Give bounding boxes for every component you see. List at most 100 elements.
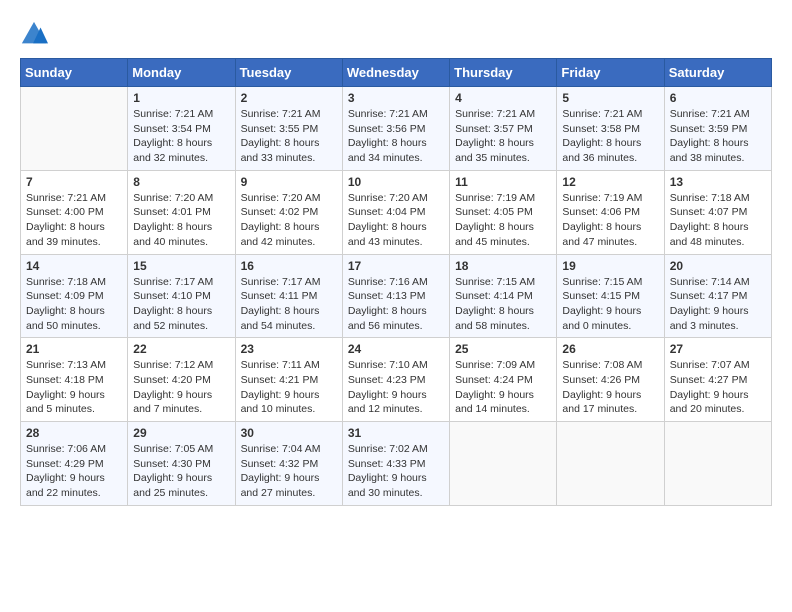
calendar-day-cell: 30 Sunrise: 7:04 AM Sunset: 4:32 PM Dayli… bbox=[235, 422, 342, 506]
calendar-day-cell: 31 Sunrise: 7:02 AM Sunset: 4:33 PM Dayli… bbox=[342, 422, 449, 506]
day-number: 21 bbox=[26, 342, 122, 356]
day-number: 5 bbox=[562, 91, 658, 105]
calendar-day-cell: 1 Sunrise: 7:21 AM Sunset: 3:54 PM Daylig… bbox=[128, 87, 235, 171]
day-number: 29 bbox=[133, 426, 229, 440]
calendar-day-cell: 20 Sunrise: 7:14 AM Sunset: 4:17 PM Dayli… bbox=[664, 254, 771, 338]
day-info: Sunrise: 7:12 AM Sunset: 4:20 PM Dayligh… bbox=[133, 358, 229, 417]
logo-icon bbox=[20, 20, 48, 48]
calendar-day-cell: 13 Sunrise: 7:18 AM Sunset: 4:07 PM Dayli… bbox=[664, 170, 771, 254]
calendar-table: SundayMondayTuesdayWednesdayThursdayFrid… bbox=[20, 58, 772, 506]
day-number: 30 bbox=[241, 426, 337, 440]
calendar-day-cell: 9 Sunrise: 7:20 AM Sunset: 4:02 PM Daylig… bbox=[235, 170, 342, 254]
day-info: Sunrise: 7:21 AM Sunset: 3:59 PM Dayligh… bbox=[670, 107, 766, 166]
weekday-header: Monday bbox=[128, 59, 235, 87]
calendar-day-cell: 26 Sunrise: 7:08 AM Sunset: 4:26 PM Dayli… bbox=[557, 338, 664, 422]
day-info: Sunrise: 7:18 AM Sunset: 4:07 PM Dayligh… bbox=[670, 191, 766, 250]
day-info: Sunrise: 7:10 AM Sunset: 4:23 PM Dayligh… bbox=[348, 358, 444, 417]
day-number: 24 bbox=[348, 342, 444, 356]
calendar-day-cell bbox=[21, 87, 128, 171]
day-info: Sunrise: 7:19 AM Sunset: 4:06 PM Dayligh… bbox=[562, 191, 658, 250]
weekday-header: Wednesday bbox=[342, 59, 449, 87]
calendar-header-row: SundayMondayTuesdayWednesdayThursdayFrid… bbox=[21, 59, 772, 87]
calendar-day-cell: 2 Sunrise: 7:21 AM Sunset: 3:55 PM Daylig… bbox=[235, 87, 342, 171]
calendar-day-cell: 17 Sunrise: 7:16 AM Sunset: 4:13 PM Dayli… bbox=[342, 254, 449, 338]
day-info: Sunrise: 7:06 AM Sunset: 4:29 PM Dayligh… bbox=[26, 442, 122, 501]
day-info: Sunrise: 7:04 AM Sunset: 4:32 PM Dayligh… bbox=[241, 442, 337, 501]
calendar-week-row: 1 Sunrise: 7:21 AM Sunset: 3:54 PM Daylig… bbox=[21, 87, 772, 171]
day-number: 18 bbox=[455, 259, 551, 273]
calendar-day-cell: 21Sunrise: 7:13 AM Sunset: 4:18 PM Dayli… bbox=[21, 338, 128, 422]
day-info: Sunrise: 7:21 AM Sunset: 3:58 PM Dayligh… bbox=[562, 107, 658, 166]
day-info: Sunrise: 7:21 AM Sunset: 3:57 PM Dayligh… bbox=[455, 107, 551, 166]
calendar-day-cell: 15 Sunrise: 7:17 AM Sunset: 4:10 PM Dayli… bbox=[128, 254, 235, 338]
calendar-week-row: 21Sunrise: 7:13 AM Sunset: 4:18 PM Dayli… bbox=[21, 338, 772, 422]
day-info: Sunrise: 7:08 AM Sunset: 4:26 PM Dayligh… bbox=[562, 358, 658, 417]
calendar-day-cell: 6 Sunrise: 7:21 AM Sunset: 3:59 PM Daylig… bbox=[664, 87, 771, 171]
weekday-header: Thursday bbox=[450, 59, 557, 87]
day-number: 17 bbox=[348, 259, 444, 273]
day-info: Sunrise: 7:15 AM Sunset: 4:14 PM Dayligh… bbox=[455, 275, 551, 334]
day-info: Sunrise: 7:21 AM Sunset: 3:54 PM Dayligh… bbox=[133, 107, 229, 166]
day-number: 13 bbox=[670, 175, 766, 189]
calendar-day-cell: 16 Sunrise: 7:17 AM Sunset: 4:11 PM Dayli… bbox=[235, 254, 342, 338]
day-number: 6 bbox=[670, 91, 766, 105]
day-info: Sunrise: 7:20 AM Sunset: 4:02 PM Dayligh… bbox=[241, 191, 337, 250]
day-number: 8 bbox=[133, 175, 229, 189]
calendar-day-cell: 8 Sunrise: 7:20 AM Sunset: 4:01 PM Daylig… bbox=[128, 170, 235, 254]
day-info: Sunrise: 7:02 AM Sunset: 4:33 PM Dayligh… bbox=[348, 442, 444, 501]
day-number: 31 bbox=[348, 426, 444, 440]
calendar-day-cell: 28 Sunrise: 7:06 AM Sunset: 4:29 PM Dayli… bbox=[21, 422, 128, 506]
calendar-day-cell: 27Sunrise: 7:07 AM Sunset: 4:27 PM Dayli… bbox=[664, 338, 771, 422]
day-info: Sunrise: 7:21 AM Sunset: 3:55 PM Dayligh… bbox=[241, 107, 337, 166]
page-header bbox=[20, 20, 772, 48]
day-number: 3 bbox=[348, 91, 444, 105]
day-number: 26 bbox=[562, 342, 658, 356]
day-info: Sunrise: 7:20 AM Sunset: 4:04 PM Dayligh… bbox=[348, 191, 444, 250]
calendar-day-cell: 12 Sunrise: 7:19 AM Sunset: 4:06 PM Dayli… bbox=[557, 170, 664, 254]
weekday-header: Saturday bbox=[664, 59, 771, 87]
calendar-day-cell: 7Sunrise: 7:21 AM Sunset: 4:00 PM Daylig… bbox=[21, 170, 128, 254]
day-number: 23 bbox=[241, 342, 337, 356]
day-number: 28 bbox=[26, 426, 122, 440]
day-info: Sunrise: 7:14 AM Sunset: 4:17 PM Dayligh… bbox=[670, 275, 766, 334]
day-number: 10 bbox=[348, 175, 444, 189]
weekday-header: Friday bbox=[557, 59, 664, 87]
day-info: Sunrise: 7:20 AM Sunset: 4:01 PM Dayligh… bbox=[133, 191, 229, 250]
day-info: Sunrise: 7:16 AM Sunset: 4:13 PM Dayligh… bbox=[348, 275, 444, 334]
day-info: Sunrise: 7:11 AM Sunset: 4:21 PM Dayligh… bbox=[241, 358, 337, 417]
calendar-day-cell: 22Sunrise: 7:12 AM Sunset: 4:20 PM Dayli… bbox=[128, 338, 235, 422]
day-number: 15 bbox=[133, 259, 229, 273]
day-info: Sunrise: 7:18 AM Sunset: 4:09 PM Dayligh… bbox=[26, 275, 122, 334]
day-number: 2 bbox=[241, 91, 337, 105]
calendar-day-cell: 25Sunrise: 7:09 AM Sunset: 4:24 PM Dayli… bbox=[450, 338, 557, 422]
calendar-day-cell: 23 Sunrise: 7:11 AM Sunset: 4:21 PM Dayli… bbox=[235, 338, 342, 422]
day-number: 4 bbox=[455, 91, 551, 105]
calendar-day-cell: 29Sunrise: 7:05 AM Sunset: 4:30 PM Dayli… bbox=[128, 422, 235, 506]
calendar-week-row: 14 Sunrise: 7:18 AM Sunset: 4:09 PM Dayli… bbox=[21, 254, 772, 338]
day-info: Sunrise: 7:17 AM Sunset: 4:11 PM Dayligh… bbox=[241, 275, 337, 334]
day-number: 12 bbox=[562, 175, 658, 189]
day-info: Sunrise: 7:19 AM Sunset: 4:05 PM Dayligh… bbox=[455, 191, 551, 250]
day-number: 7 bbox=[26, 175, 122, 189]
calendar-day-cell: 5 Sunrise: 7:21 AM Sunset: 3:58 PM Daylig… bbox=[557, 87, 664, 171]
calendar-day-cell bbox=[557, 422, 664, 506]
day-number: 20 bbox=[670, 259, 766, 273]
day-number: 16 bbox=[241, 259, 337, 273]
day-number: 14 bbox=[26, 259, 122, 273]
day-number: 1 bbox=[133, 91, 229, 105]
calendar-day-cell: 4 Sunrise: 7:21 AM Sunset: 3:57 PM Daylig… bbox=[450, 87, 557, 171]
day-info: Sunrise: 7:15 AM Sunset: 4:15 PM Dayligh… bbox=[562, 275, 658, 334]
calendar-day-cell: 14 Sunrise: 7:18 AM Sunset: 4:09 PM Dayli… bbox=[21, 254, 128, 338]
calendar-day-cell: 24 Sunrise: 7:10 AM Sunset: 4:23 PM Dayli… bbox=[342, 338, 449, 422]
day-info: Sunrise: 7:17 AM Sunset: 4:10 PM Dayligh… bbox=[133, 275, 229, 334]
day-number: 9 bbox=[241, 175, 337, 189]
calendar-day-cell: 19 Sunrise: 7:15 AM Sunset: 4:15 PM Dayli… bbox=[557, 254, 664, 338]
calendar-week-row: 28 Sunrise: 7:06 AM Sunset: 4:29 PM Dayli… bbox=[21, 422, 772, 506]
day-number: 25 bbox=[455, 342, 551, 356]
day-number: 19 bbox=[562, 259, 658, 273]
logo bbox=[20, 20, 52, 48]
calendar-week-row: 7Sunrise: 7:21 AM Sunset: 4:00 PM Daylig… bbox=[21, 170, 772, 254]
weekday-header: Tuesday bbox=[235, 59, 342, 87]
day-number: 11 bbox=[455, 175, 551, 189]
day-info: Sunrise: 7:21 AM Sunset: 3:56 PM Dayligh… bbox=[348, 107, 444, 166]
